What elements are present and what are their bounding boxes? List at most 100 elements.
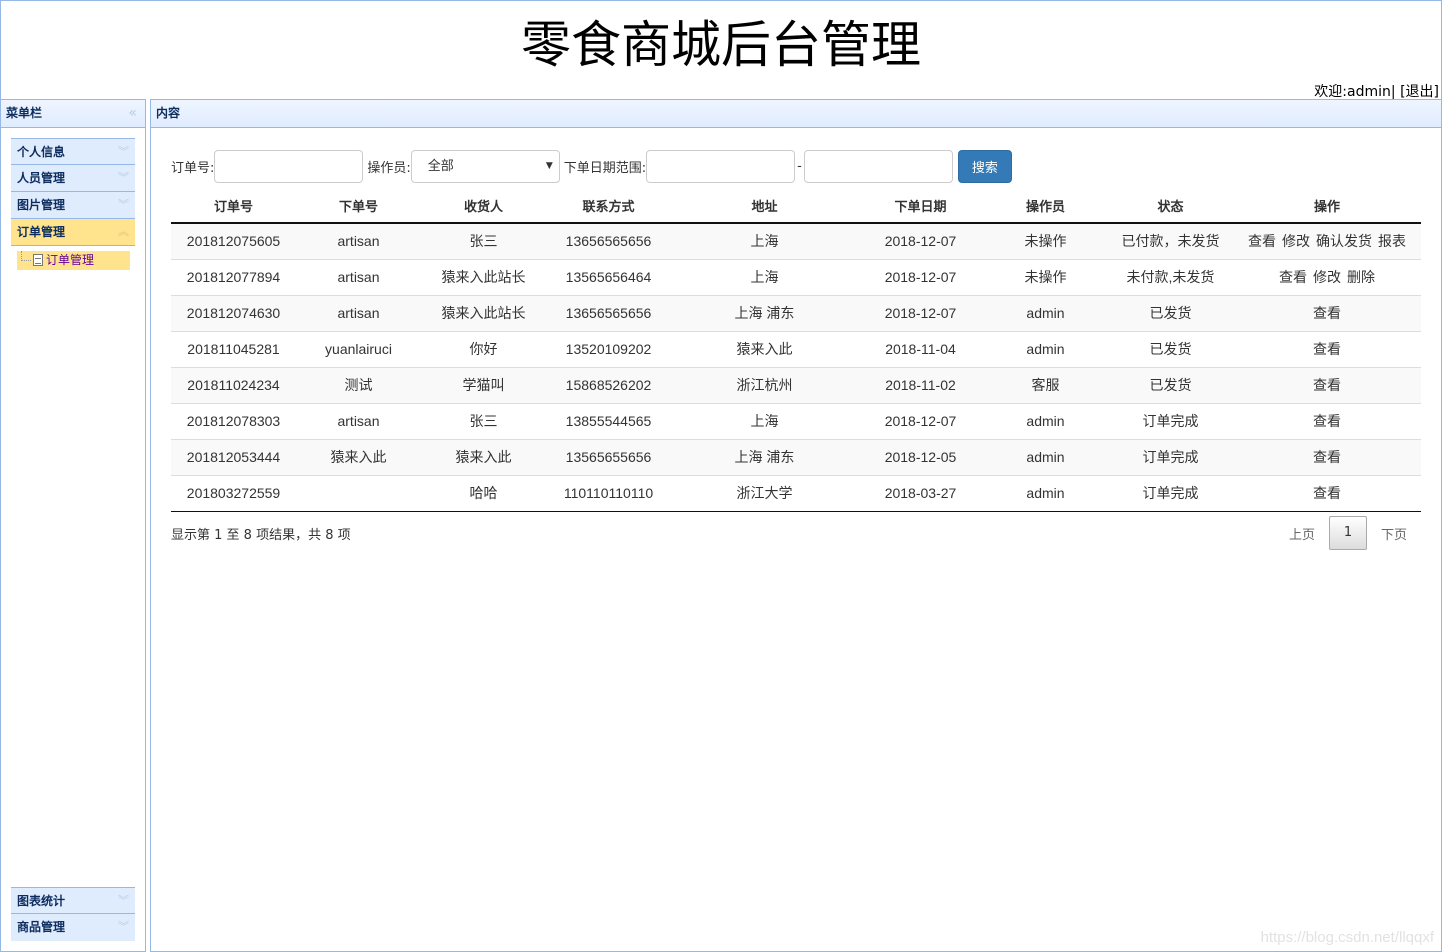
status-cell: 已发货	[1108, 330, 1233, 367]
address-cell: 浙江杭州	[671, 366, 858, 403]
chevron-double-down-icon: ︾	[118, 198, 129, 211]
date-cell: 2018-11-04	[858, 330, 983, 367]
sidebar-accordion: 个人信息 ︾ 人员管理 ︾ 图片管理 ︾ 订单管理 ︽ 订单管理	[11, 138, 135, 270]
chevron-double-down-icon: ︾	[118, 894, 129, 907]
order-no-cell: 201812077894	[171, 258, 296, 295]
sidebar-item-label: 人员管理	[17, 171, 66, 185]
sidebar-item-staff-management[interactable]: 人员管理 ︾	[11, 165, 135, 192]
pagination-info: 显示第 1 至 8 项结果，共 8 项	[171, 528, 351, 543]
confirm-ship-link[interactable]: 确认发货	[1316, 233, 1372, 249]
prev-page-button[interactable]: 上页	[1275, 524, 1329, 543]
operator-cell: 客服	[983, 366, 1108, 403]
delete-link[interactable]: 删除	[1347, 269, 1375, 285]
operator-label: 操作员:	[367, 160, 411, 176]
sidebar-item-image-management[interactable]: 图片管理 ︾	[11, 192, 135, 219]
page-1-button[interactable]: 1	[1328, 516, 1367, 550]
watermark: https://blog.csdn.net/llqqxf	[1260, 929, 1434, 946]
view-link[interactable]: 查看	[1313, 341, 1341, 357]
table-row: 201812053444 猿来入此 猿来入此 13565655656 上海 浦东 2018…	[171, 438, 1421, 475]
collapse-left-icon[interactable]: «	[128, 100, 137, 127]
phone-cell: 13656565656	[546, 294, 671, 331]
report-link[interactable]: 报表	[1378, 233, 1406, 249]
status-cell: 已发货	[1108, 294, 1233, 331]
buyer-cell: 猿来入此	[296, 438, 421, 475]
order-no-cell: 201812053444	[171, 438, 296, 475]
phone-cell: 13656565656	[546, 222, 671, 259]
date-cell: 2018-12-07	[858, 222, 983, 259]
edit-link[interactable]: 修改	[1313, 269, 1341, 285]
actions-cell: 查看	[1233, 294, 1421, 331]
sidebar-subitem-label: 订单管理	[46, 253, 95, 267]
edit-link[interactable]: 修改	[1282, 233, 1310, 249]
status-cell: 未付款,未发货	[1108, 258, 1233, 295]
operator-cell: admin	[983, 402, 1108, 439]
sidebar: 菜单栏 « 个人信息 ︾ 人员管理 ︾ 图片管理 ︾ 订单管理 ︽ 订单管理 图…	[0, 99, 146, 952]
operator-cell: 未操作	[983, 222, 1108, 259]
document-icon	[33, 254, 43, 266]
username: admin	[1347, 84, 1391, 100]
sidebar-item-chart-statistics[interactable]: 图表统计 ︾	[11, 887, 135, 914]
status-cell: 已付款，未发货	[1108, 222, 1233, 259]
phone-cell: 13520109202	[546, 330, 671, 367]
orders-table: 订单号 下单号 收货人 联系方式 地址 下单日期 操作员 状态 操作 201812075605 a…	[171, 188, 1421, 512]
welcome-bar: 欢迎:admin| [退出]	[1314, 81, 1439, 101]
operator-cell: admin	[983, 438, 1108, 475]
sidebar-item-label: 商品管理	[17, 920, 66, 934]
content-panel: 内容 订单号: 操作员: 全部 ▼ 下单日期范围: - 搜索 订单号 下单号 收货人…	[150, 99, 1442, 952]
order-no-cell: 201812074630	[171, 294, 296, 331]
sidebar-header: 菜单栏 «	[1, 100, 145, 128]
sidebar-accordion-bottom: 图表统计 ︾ 商品管理 ︾	[11, 887, 135, 941]
date-from-input[interactable]	[646, 149, 796, 183]
sidebar-item-personal-info[interactable]: 个人信息 ︾	[11, 138, 135, 165]
address-cell: 上海 浦东	[671, 438, 858, 475]
date-cell: 2018-12-07	[858, 402, 983, 439]
status-cell: 订单完成	[1108, 402, 1233, 439]
view-link[interactable]: 查看	[1313, 485, 1341, 501]
order-no-cell: 201812078303	[171, 402, 296, 439]
chevron-double-down-icon: ︾	[118, 171, 129, 184]
phone-cell: 110110110110	[546, 474, 671, 512]
sidebar-subitem-order-management[interactable]: 订单管理	[17, 251, 130, 270]
view-link[interactable]: 查看	[1279, 269, 1307, 285]
date-to-input[interactable]	[803, 149, 953, 183]
view-link[interactable]: 查看	[1313, 305, 1341, 321]
table-row: 201812077894 artisan 猿来入此站长 13565656464 上海 20…	[171, 258, 1421, 295]
search-form: 订单号: 操作员: 全部 ▼ 下单日期范围: - 搜索	[171, 148, 1012, 184]
table-row: 201811045281 yuanlairuci 你好 13520109202 猿来入此…	[171, 330, 1421, 367]
date-cell: 2018-12-05	[858, 438, 983, 475]
order-no-cell: 201812075605	[171, 222, 296, 259]
next-page-button[interactable]: 下页	[1367, 524, 1421, 543]
column-header: 操作	[1233, 188, 1421, 224]
operator-select[interactable]: 全部 ▼	[410, 149, 560, 183]
address-cell: 浙江大学	[671, 474, 858, 512]
tree-line-icon	[21, 251, 31, 261]
sidebar-item-label: 图片管理	[17, 198, 66, 212]
view-link[interactable]: 查看	[1248, 233, 1276, 249]
receiver-cell: 学猫叫	[421, 366, 546, 403]
operator-selected-value: 全部	[427, 158, 454, 174]
logout-link[interactable]: [退出]	[1400, 84, 1439, 100]
search-button[interactable]: 搜索	[957, 149, 1012, 183]
order-no-input[interactable]	[214, 149, 364, 183]
address-cell: 上海	[671, 258, 858, 295]
sidebar-item-product-management[interactable]: 商品管理 ︾	[11, 914, 135, 941]
order-no-cell: 201803272559	[171, 474, 296, 512]
date-separator: -	[797, 158, 802, 174]
operator-cell: admin	[983, 330, 1108, 367]
app-header: 零食商城后台管理 欢迎:admin| [退出]	[0, 0, 1442, 100]
column-header: 地址	[671, 188, 858, 224]
address-cell: 上海 浦东	[671, 294, 858, 331]
view-link[interactable]: 查看	[1313, 377, 1341, 393]
status-cell: 已发货	[1108, 366, 1233, 403]
column-header: 下单日期	[858, 188, 983, 224]
view-link[interactable]: 查看	[1313, 449, 1341, 465]
view-link[interactable]: 查看	[1313, 413, 1341, 429]
phone-cell: 15868526202	[546, 366, 671, 403]
sidebar-item-order-management[interactable]: 订单管理 ︽	[11, 219, 135, 246]
date-cell: 2018-03-27	[858, 474, 983, 512]
order-no-cell: 201811024234	[171, 366, 296, 403]
receiver-cell: 张三	[421, 222, 546, 259]
table-row: 201812075605 artisan 张三 13656565656 上海 2018-1…	[171, 222, 1421, 259]
chevron-double-down-icon: ︾	[118, 920, 129, 933]
sidebar-item-label: 个人信息	[17, 145, 66, 159]
